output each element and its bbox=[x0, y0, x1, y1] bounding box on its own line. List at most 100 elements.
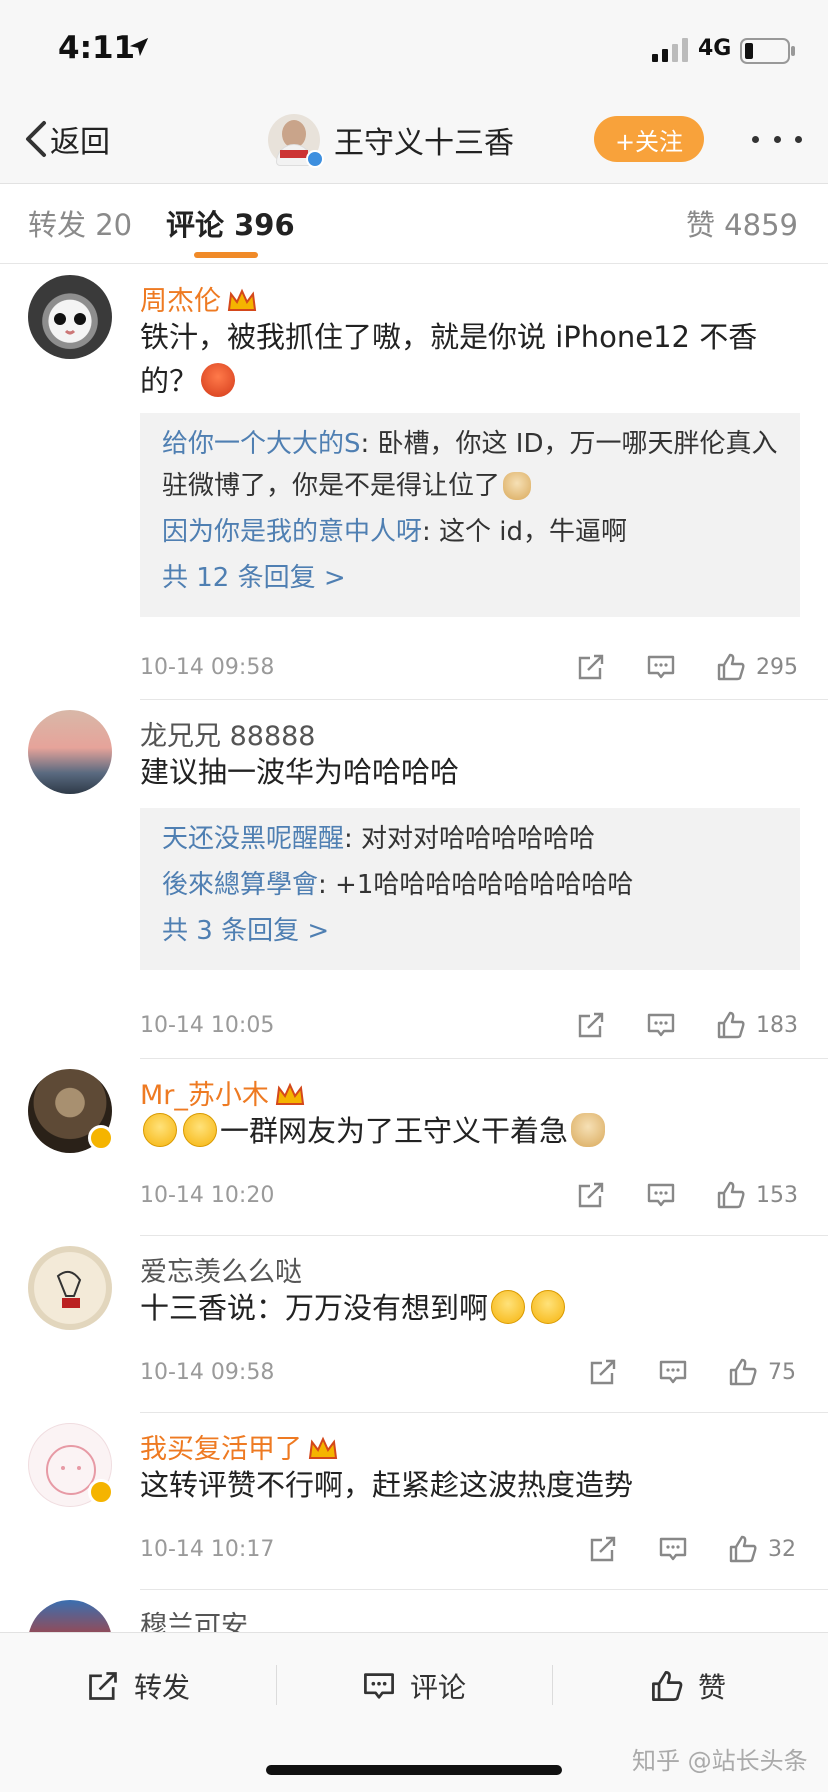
vip-crown-icon bbox=[227, 288, 257, 311]
comment-item: Mr_苏小木 一群网友为了王守义干着急 10-14 10:20 153 bbox=[0, 1059, 828, 1236]
avatar[interactable] bbox=[28, 710, 112, 794]
reply-icon[interactable] bbox=[658, 1357, 688, 1387]
reply-icon[interactable] bbox=[646, 652, 676, 682]
comment-time: 10-14 09:58 bbox=[140, 655, 275, 680]
avatar[interactable] bbox=[28, 1246, 112, 1330]
more-replies-link[interactable]: 共 3 条回复 > bbox=[162, 906, 778, 956]
vip-crown-icon bbox=[308, 1436, 338, 1459]
tab-bar: 转发 20 评论 396 赞 4859 bbox=[0, 184, 828, 264]
commenter-name[interactable]: 周杰伦 bbox=[140, 279, 257, 318]
tab-comment[interactable]: 评论 396 bbox=[166, 202, 295, 244]
verified-icon bbox=[306, 150, 324, 168]
vip-crown-icon bbox=[275, 1082, 305, 1105]
watermark: 知乎 @站长头条 bbox=[632, 1747, 808, 1775]
comment-text: 这转评赞不行啊，赶紧趁这波热度造势 bbox=[140, 1468, 634, 1502]
reply-item: 给你一个大大的S: 卧槽，你这 ID，万一哪天胖伦真入驻微博了，你是不是得让位了 bbox=[162, 429, 778, 501]
share-icon[interactable] bbox=[576, 1010, 606, 1040]
more-replies-link[interactable]: 共 12 条回复 > bbox=[162, 553, 778, 603]
comment-text: 一群网友为了王守义干着急 bbox=[140, 1109, 780, 1153]
crying-laugh-emoji-icon bbox=[143, 1113, 177, 1147]
share-icon[interactable] bbox=[588, 1357, 618, 1387]
comment-item: 爱忘羡么么哒 十三香说：万万没有想到啊 10-14 09:58 75 bbox=[0, 1236, 828, 1413]
avatar[interactable] bbox=[28, 275, 112, 359]
poster-profile[interactable]: 王守义十三香 bbox=[268, 112, 514, 168]
back-button[interactable]: 返回 bbox=[22, 114, 110, 164]
comment-time: 10-14 09:58 bbox=[140, 1360, 275, 1385]
comment-text: 铁汁，被我抓住了嗷，就是你说 iPhone12 不香的？ bbox=[140, 320, 758, 398]
thumbs-up-icon[interactable] bbox=[716, 1180, 746, 1210]
clock: 4:11 bbox=[58, 30, 136, 66]
like-count: 183 bbox=[756, 1012, 798, 1038]
comment-button[interactable]: 评论 bbox=[362, 1661, 466, 1711]
share-icon[interactable] bbox=[576, 1180, 606, 1210]
comment-item: 龙兄兄 88888 建议抽一波华为哈哈哈哈 天还没黑呢醒醒: 对对对哈哈哈哈哈哈… bbox=[0, 700, 828, 1059]
commenter-name[interactable]: 我买复活甲了 bbox=[140, 1427, 338, 1466]
comment-item: 我买复活甲了 这转评赞不行啊，赶紧趁这波热度造势 10-14 10:17 32 bbox=[0, 1413, 828, 1590]
like-count: 75 bbox=[768, 1359, 796, 1385]
comment-icon bbox=[364, 1673, 394, 1699]
comment-text: 十三香说：万万没有想到啊 bbox=[140, 1286, 780, 1330]
thumbs-up-icon bbox=[652, 1671, 683, 1701]
chevron-left-icon bbox=[26, 121, 46, 157]
commenter-name[interactable]: 龙兄兄 88888 bbox=[140, 714, 315, 753]
repost-label: 转发 bbox=[134, 1671, 191, 1704]
grin-emoji-icon bbox=[531, 1290, 566, 1324]
comment-label: 评论 bbox=[410, 1671, 467, 1704]
share-icon[interactable] bbox=[576, 652, 606, 682]
status-bar: 4:11 4G bbox=[0, 0, 828, 96]
home-indicator[interactable] bbox=[266, 1765, 562, 1775]
reply-author[interactable]: 後來總算學會 bbox=[162, 870, 318, 900]
reply-icon[interactable] bbox=[646, 1180, 676, 1210]
nav-bar: 返回 王守义十三香 +关注 bbox=[0, 96, 828, 184]
repost-button[interactable]: 转发 bbox=[86, 1661, 190, 1711]
like-count: 295 bbox=[756, 654, 798, 680]
comment-list: 周杰伦 铁汁，被我抓住了嗷，就是你说 iPhone12 不香的？ 给你一个大大的… bbox=[0, 265, 828, 1684]
thumbs-up-icon[interactable] bbox=[716, 1010, 746, 1040]
comment-actions: 183 bbox=[536, 1007, 798, 1043]
more-options-icon[interactable] bbox=[752, 132, 802, 146]
follow-button[interactable]: +关注 bbox=[594, 116, 704, 162]
like-button[interactable]: 赞 bbox=[650, 1661, 726, 1711]
reply-box[interactable]: 给你一个大大的S: 卧槽，你这 ID，万一哪天胖伦真入驻微博了，你是不是得让位了… bbox=[140, 413, 800, 617]
reply-author[interactable]: 天还没黑呢醒醒 bbox=[162, 824, 344, 854]
poster-avatar bbox=[268, 114, 324, 168]
tab-like[interactable]: 赞 4859 bbox=[686, 202, 798, 244]
share-icon bbox=[89, 1672, 117, 1700]
carrier-label: 4G bbox=[698, 36, 732, 61]
signal-icon bbox=[652, 38, 688, 62]
poster-name: 王守义十三香 bbox=[334, 126, 514, 161]
like-count: 153 bbox=[756, 1182, 798, 1208]
like-count: 32 bbox=[768, 1536, 796, 1562]
reply-item: 後來總算學會: +1哈哈哈哈哈哈哈哈哈哈 bbox=[162, 870, 634, 900]
reply-item: 天还没黑呢醒醒: 对对对哈哈哈哈哈哈 bbox=[162, 824, 596, 854]
commenter-name[interactable]: 爱忘羡么么哒 bbox=[140, 1250, 302, 1289]
angry-emoji-icon bbox=[201, 363, 236, 397]
reply-icon[interactable] bbox=[646, 1010, 676, 1040]
comment-actions: 295 bbox=[536, 649, 798, 685]
thumbs-up-icon[interactable] bbox=[716, 652, 746, 682]
like-label: 赞 bbox=[698, 1671, 727, 1704]
battery-icon bbox=[740, 38, 795, 64]
reply-box[interactable]: 天还没黑呢醒醒: 对对对哈哈哈哈哈哈 後來總算學會: +1哈哈哈哈哈哈哈哈哈哈 … bbox=[140, 808, 800, 970]
reply-author[interactable]: 因为你是我的意中人呀 bbox=[162, 517, 422, 547]
commenter-name[interactable]: Mr_苏小木 bbox=[140, 1073, 305, 1112]
tab-active-indicator bbox=[194, 252, 258, 258]
thumbs-up-icon[interactable] bbox=[728, 1357, 758, 1387]
comment-actions: 32 bbox=[548, 1531, 798, 1567]
crying-laugh-emoji-icon bbox=[183, 1113, 217, 1147]
share-icon[interactable] bbox=[588, 1534, 618, 1564]
tab-repost[interactable]: 转发 20 bbox=[28, 202, 132, 244]
grin-emoji-icon bbox=[491, 1290, 526, 1324]
comment-item: 周杰伦 铁汁，被我抓住了嗷，就是你说 iPhone12 不香的？ 给你一个大大的… bbox=[0, 265, 828, 700]
doge-emoji-icon bbox=[503, 472, 532, 500]
reply-author[interactable]: 给你一个大大的S bbox=[162, 429, 361, 459]
comment-time: 10-14 10:05 bbox=[140, 1013, 275, 1038]
verified-icon bbox=[88, 1479, 114, 1505]
comment-time: 10-14 10:20 bbox=[140, 1183, 275, 1208]
verified-icon bbox=[88, 1125, 114, 1151]
thumbs-up-icon[interactable] bbox=[728, 1534, 758, 1564]
reply-item: 因为你是我的意中人呀: 这个 id，牛逼啊 bbox=[162, 517, 628, 547]
location-arrow-icon bbox=[129, 37, 149, 57]
reply-icon[interactable] bbox=[658, 1534, 688, 1564]
comment-actions: 153 bbox=[536, 1177, 798, 1213]
